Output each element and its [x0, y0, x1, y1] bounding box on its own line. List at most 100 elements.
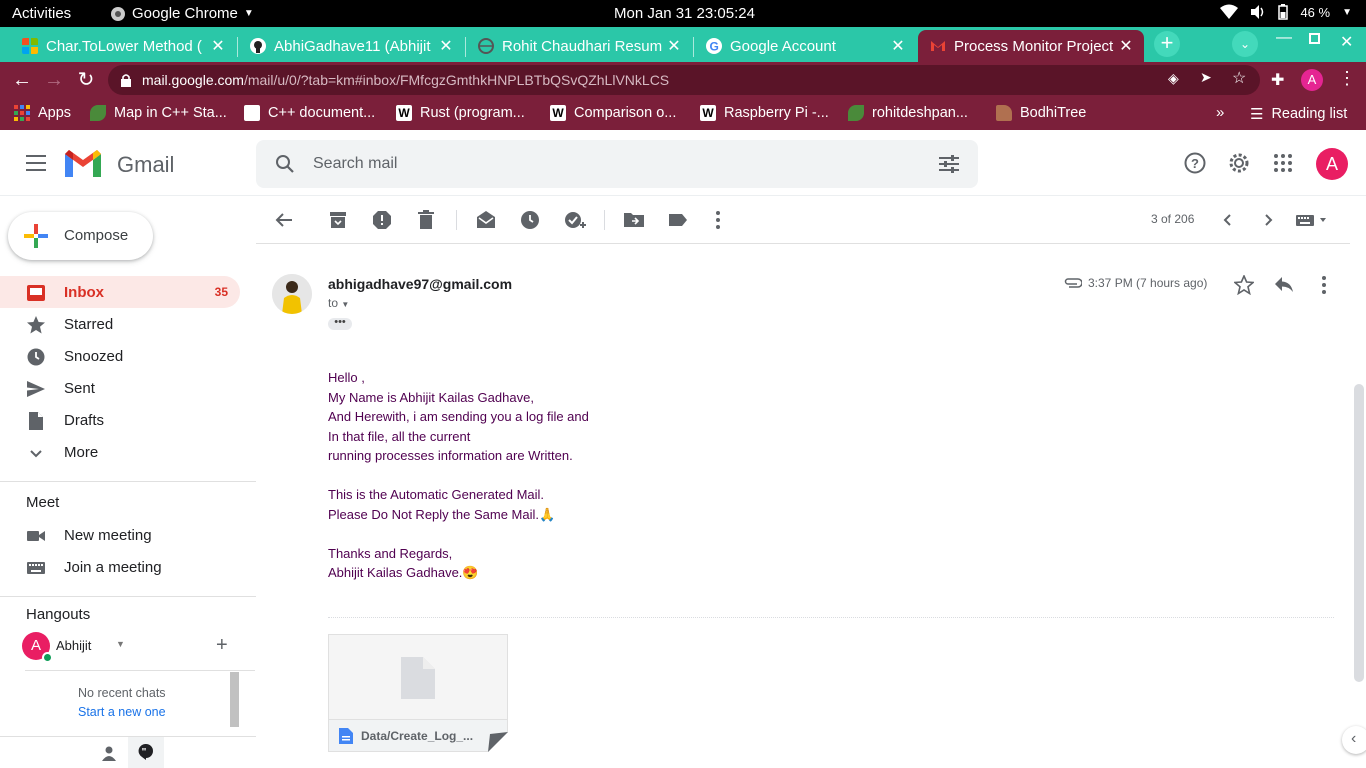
close-tab-icon[interactable]: ✕ [666, 36, 682, 56]
main-menu-icon[interactable] [26, 155, 46, 171]
sidebar-item-snoozed[interactable]: Snoozed [0, 340, 240, 372]
bookmark-comparison[interactable]: W Comparison o... [550, 105, 676, 121]
back-icon[interactable]: ← [8, 66, 36, 94]
show-trimmed-content-button[interactable]: ••• [328, 317, 352, 330]
close-window-icon[interactable]: ✕ [1340, 32, 1353, 52]
sidebar-item-starred[interactable]: Starred [0, 308, 240, 340]
close-tab-icon[interactable]: ✕ [890, 36, 906, 56]
gmail-logo-text[interactable]: Gmail [117, 152, 174, 178]
older-message-icon[interactable] [1256, 208, 1280, 232]
side-panel-toggle[interactable]: ‹ [1342, 726, 1366, 754]
add-contact-icon[interactable]: + [216, 634, 228, 657]
add-to-tasks-icon[interactable] [562, 208, 586, 232]
address-bar[interactable]: mail.google.com/mail/u/0/?tab=km#inbox/F… [108, 65, 1260, 95]
bookmark-rust[interactable]: W Rust (program... [396, 105, 525, 121]
google-apps-icon[interactable] [1274, 154, 1292, 172]
mark-unread-icon[interactable] [474, 208, 498, 232]
star-icon [27, 316, 45, 334]
hangouts-user[interactable]: A Abhijit ▼ [22, 632, 142, 663]
tab-process-monitor[interactable]: Process Monitor Project ✕ [918, 30, 1144, 62]
settings-gear-icon[interactable] [1228, 152, 1250, 174]
wikipedia-icon: W [396, 105, 412, 121]
delete-icon[interactable] [414, 208, 438, 232]
new-meeting-item[interactable]: New meeting [0, 519, 240, 551]
search-bar[interactable]: Search mail [256, 140, 978, 188]
clock[interactable]: Mon Jan 31 23:05:24 [614, 5, 755, 22]
bookmark-map-cpp[interactable]: Map in C++ Sta... [90, 105, 227, 121]
close-tab-icon[interactable]: ✕ [1118, 36, 1134, 56]
chrome-menu-icon[interactable]: ⋮ [1338, 68, 1356, 89]
bookmark-cpp-doc[interactable]: C++ document... [244, 105, 375, 121]
svg-text:?: ? [1191, 156, 1199, 171]
more-options-icon[interactable] [1316, 274, 1332, 296]
recipient-line[interactable]: to ▼ [328, 296, 349, 310]
help-icon[interactable]: ? [1184, 152, 1206, 174]
tab-resume[interactable]: Rohit Chaudhari Resum ✕ [466, 30, 692, 62]
hangouts-scrollbar[interactable] [230, 672, 239, 727]
forward-icon[interactable]: → [40, 66, 68, 94]
sidebar-item-label: Starred [64, 316, 114, 333]
report-spam-icon[interactable] [370, 208, 394, 232]
snooze-icon[interactable] [518, 208, 542, 232]
tab-title: Google Account [730, 37, 836, 55]
sidebar-item-more[interactable]: More [0, 436, 240, 468]
back-to-inbox-icon[interactable] [272, 208, 296, 232]
more-actions-icon[interactable] [706, 208, 730, 232]
bookmark-bodhitree[interactable]: BodhiTree [996, 105, 1086, 121]
tab-github[interactable]: AbhiGadhave11 (Abhijit ✕ [238, 30, 464, 62]
sidebar-divider [0, 481, 256, 482]
move-to-icon[interactable] [622, 208, 646, 232]
hangouts-username: Abhijit [56, 638, 92, 653]
app-menu[interactable]: Google Chrome ▼ [110, 5, 254, 22]
tab-google-account[interactable]: G Google Account ✕ [694, 30, 916, 62]
bookmark-raspberry[interactable]: W Raspberry Pi -... [700, 105, 829, 121]
close-tab-icon[interactable]: ✕ [438, 36, 454, 56]
reading-list-button[interactable]: ☰ Reading list [1250, 105, 1347, 123]
share-icon[interactable]: ➤ [1200, 69, 1212, 86]
label-icon[interactable] [666, 208, 690, 232]
input-tools-icon[interactable] [1294, 208, 1330, 232]
search-options-icon[interactable] [939, 155, 959, 173]
activities-button[interactable]: Activities [12, 5, 71, 22]
star-icon[interactable] [1234, 275, 1254, 295]
more-bookmarks-icon[interactable]: » [1216, 104, 1224, 121]
bookmark-star-icon[interactable]: ☆ [1232, 68, 1246, 88]
extensions-icon[interactable]: ✚ [1271, 70, 1284, 90]
attachment-card[interactable]: Data/Create_Log_... [328, 634, 508, 752]
profile-avatar[interactable]: A [1301, 69, 1323, 91]
join-meeting-item[interactable]: Join a meeting [0, 551, 240, 583]
account-avatar[interactable]: A [1316, 148, 1348, 180]
power-menu-icon: ▼ [1342, 6, 1352, 18]
tab-char-tolower[interactable]: Char.ToLower Method ( ✕ [10, 30, 236, 62]
contacts-icon[interactable] [101, 745, 117, 761]
tab-search-button[interactable]: ⌄ [1232, 31, 1258, 57]
search-icon[interactable] [275, 154, 295, 174]
compose-button[interactable]: Compose [8, 212, 153, 260]
search-input[interactable]: Search mail [313, 155, 397, 173]
system-tray[interactable]: 46 % ▼ [1220, 4, 1352, 20]
bookmark-rohitdeshpan[interactable]: rohitdeshpan... [848, 105, 968, 121]
unread-count: 35 [214, 285, 228, 299]
sender-email[interactable]: abhigadhave97@gmail.com [328, 276, 512, 292]
sender-avatar[interactable] [272, 274, 312, 314]
new-tab-button[interactable]: + [1154, 31, 1180, 57]
sidebar-item-drafts[interactable]: Drafts [0, 404, 240, 436]
page-scrollbar[interactable] [1354, 384, 1364, 682]
archive-icon[interactable] [326, 208, 350, 232]
sidebar-item-sent[interactable]: Sent [0, 372, 240, 404]
sidebar-item-inbox[interactable]: Inbox 35 [0, 276, 240, 308]
clock-icon [27, 348, 45, 366]
newer-message-icon[interactable] [1216, 208, 1240, 232]
body-line: My Name is Abhijit Kailas Gadhave, [328, 389, 534, 405]
reply-icon[interactable] [1274, 276, 1294, 294]
bookmark-apps[interactable]: Apps [14, 105, 71, 121]
minimize-icon[interactable]: — [1276, 29, 1292, 47]
start-new-chat-link[interactable]: Start a new one [78, 705, 166, 719]
meet-section-title: Meet [26, 494, 60, 511]
hangouts-tab[interactable]: " [128, 737, 164, 768]
maximize-icon[interactable] [1309, 33, 1320, 44]
reload-icon[interactable]: ↻ [72, 66, 100, 94]
gmail-logo-icon[interactable] [65, 150, 101, 177]
lens-icon[interactable]: ◈ [1168, 70, 1179, 87]
close-tab-icon[interactable]: ✕ [210, 36, 226, 56]
